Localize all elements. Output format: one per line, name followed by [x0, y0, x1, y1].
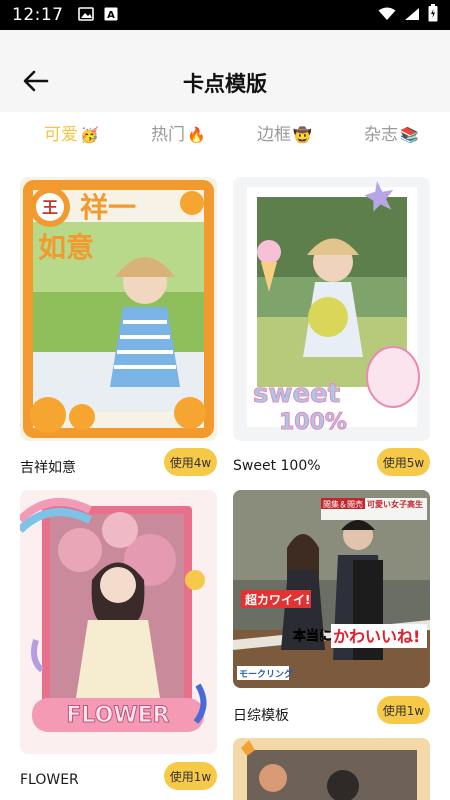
use-template-button[interactable]: 使用5w — [377, 448, 430, 476]
category-tabs: 可爱 🥳 热门 🔥 边框 🤠 杂志 📚 — [0, 112, 450, 152]
overlay-text: FLOWER — [66, 703, 169, 728]
template-card-jixiang[interactable]: 王 祥一 如意 吉祥如意 使用4w — [20, 177, 217, 477]
tab-magazine[interactable]: 杂志 📚 — [364, 120, 419, 145]
overlay-text: 閲集＆閲売 — [323, 499, 363, 509]
overlay-text: かわいいね! — [333, 627, 420, 646]
app-header: 卡点模版 — [0, 30, 450, 112]
image-icon — [77, 6, 94, 25]
template-thumbnail: FLOWER — [20, 490, 217, 754]
overlay-text: 本当に — [293, 628, 332, 644]
wifi-icon — [378, 6, 396, 25]
battery-icon — [428, 4, 438, 26]
overlay-text: モークリング — [239, 668, 293, 680]
overlay-text: 100% — [279, 410, 347, 435]
tab-label: 边框 — [257, 125, 291, 145]
overlay-text: 祥一 — [80, 191, 136, 224]
fire-icon: 🔥 — [187, 126, 206, 144]
tab-label: 可爱 — [44, 125, 78, 145]
tab-cute[interactable]: 可爱 🥳 — [44, 120, 99, 145]
use-template-button[interactable]: 使用1w — [164, 762, 217, 790]
party-face-icon: 🥳 — [80, 126, 99, 144]
template-title: Sweet 100% — [233, 458, 321, 474]
status-time: 12:17 — [12, 5, 64, 25]
template-thumbnail: sweet 100% — [233, 177, 430, 441]
template-card-flower[interactable]: FLOWER FLOWER 使用1w — [20, 490, 217, 790]
cell-signal-icon — [404, 6, 420, 25]
svg-text:A: A — [107, 10, 115, 21]
status-bar: 12:17 A — [0, 0, 450, 30]
overlay-text: 超カワイイ! — [244, 592, 310, 607]
keyboard-a-icon: A — [104, 6, 118, 25]
template-thumbnail: 閲集＆閲売 可愛い女子高生 超カワイイ! 本当に かわいいね! モークリング — [233, 490, 430, 688]
template-thumbnail: 王 祥一 如意 — [20, 177, 217, 441]
page-title: 卡点模版 — [183, 72, 267, 96]
overlay-text: sweet — [253, 379, 340, 409]
template-card-sweet[interactable]: sweet 100% Sweet 100% 使用5w — [233, 177, 430, 477]
template-title: 日综模板 — [233, 708, 289, 724]
use-template-button[interactable]: 使用1w — [377, 696, 430, 724]
overlay-text: 可愛い女子高生 — [367, 499, 423, 509]
tab-label: 杂志 — [364, 125, 398, 145]
tab-border[interactable]: 边框 🤠 — [257, 120, 312, 145]
template-title: 吉祥如意 — [20, 460, 76, 476]
use-template-button[interactable]: 使用4w — [164, 448, 217, 476]
books-icon: 📚 — [400, 126, 419, 144]
tab-label: 热门 — [151, 125, 185, 145]
overlay-text: 王 — [42, 198, 58, 217]
template-card-variety[interactable]: 閲集＆閲売 可愛い女子高生 超カワイイ! 本当に かわいいね! モークリング 日… — [233, 490, 430, 730]
tab-hot[interactable]: 热门 🔥 — [151, 120, 206, 145]
template-title: FLOWER — [20, 772, 79, 788]
overlay-text: 如意 — [38, 231, 94, 264]
template-thumbnail — [233, 738, 430, 800]
template-card-partial[interactable] — [233, 738, 430, 800]
cowboy-face-icon: 🤠 — [293, 126, 312, 144]
